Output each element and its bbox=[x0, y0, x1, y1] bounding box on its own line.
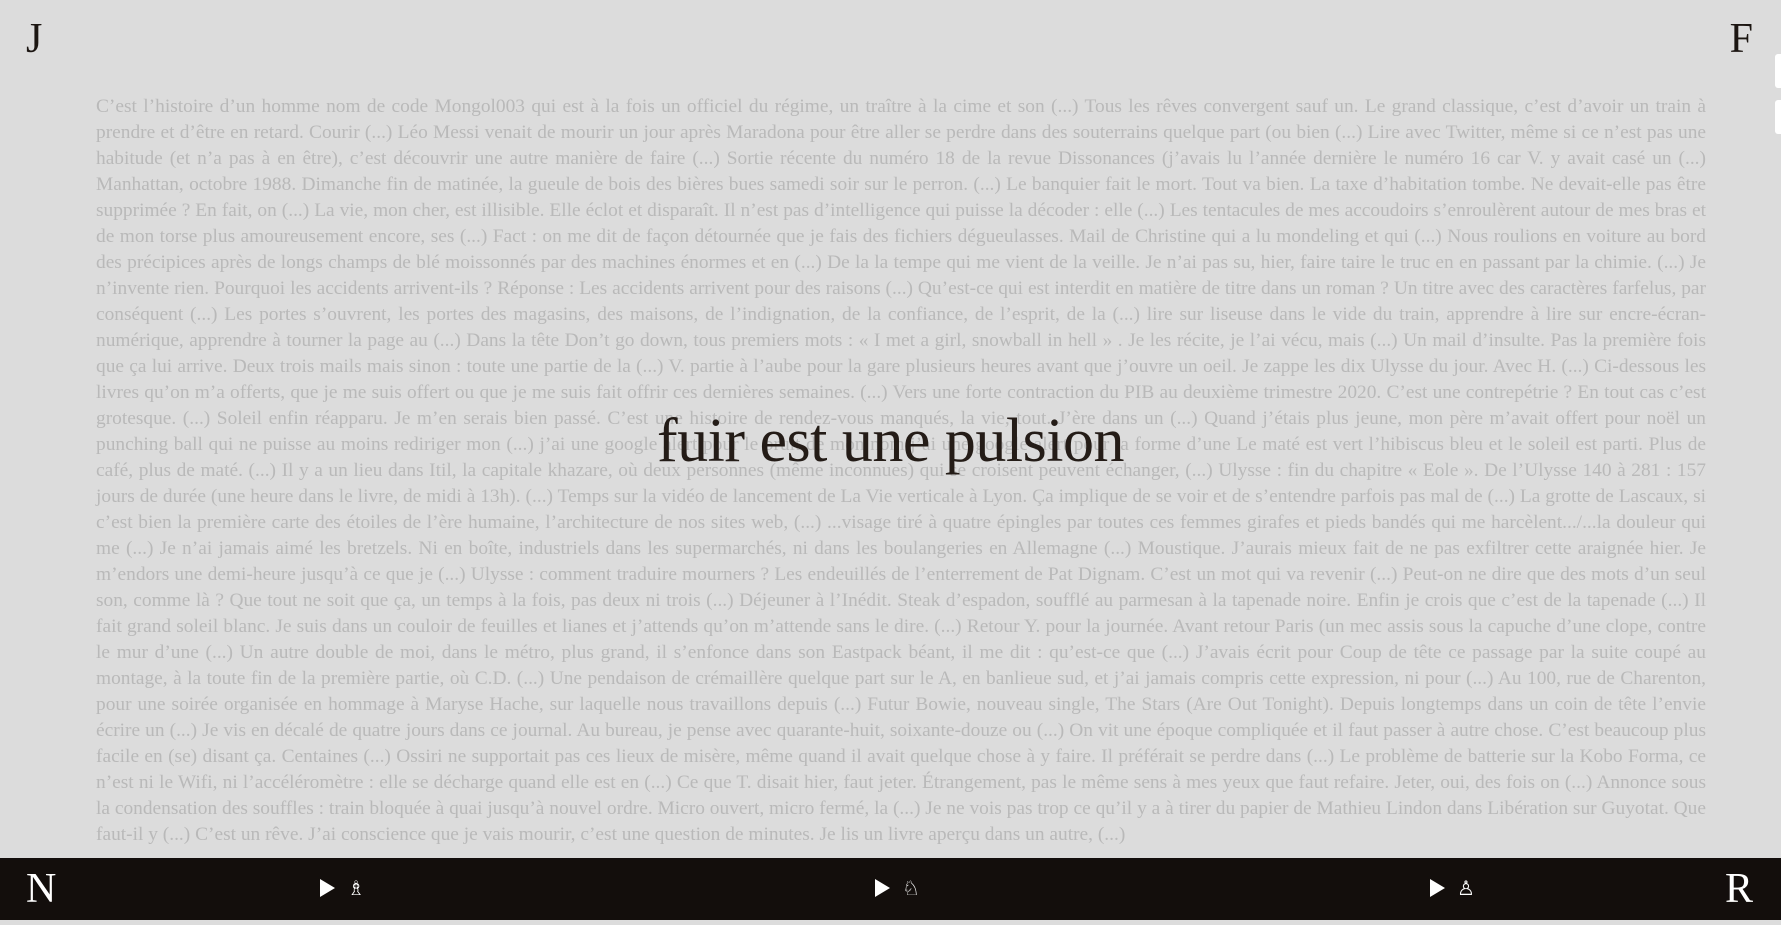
page-title: fuir est une pulsion bbox=[657, 407, 1125, 475]
play-icon bbox=[1430, 879, 1445, 897]
footer-bar: N ♗ ♘ ♙ R bbox=[0, 858, 1781, 920]
play-icon bbox=[875, 879, 890, 897]
nav-letter-r[interactable]: R bbox=[1725, 868, 1753, 910]
nav-letter-j[interactable]: J bbox=[26, 18, 42, 60]
play-button-pawn[interactable]: ♙ bbox=[1430, 878, 1475, 898]
play-icon bbox=[320, 879, 335, 897]
chess-knight-icon: ♘ bbox=[902, 876, 920, 900]
edge-tab-bottom[interactable] bbox=[1775, 100, 1781, 134]
play-button-bishop[interactable]: ♗ bbox=[320, 878, 365, 898]
nav-letter-n[interactable]: N bbox=[26, 868, 56, 910]
edge-tab-top[interactable] bbox=[1775, 54, 1781, 88]
chess-bishop-icon: ♗ bbox=[347, 876, 365, 900]
chess-pawn-icon: ♙ bbox=[1457, 876, 1475, 900]
play-button-knight[interactable]: ♘ bbox=[875, 878, 920, 898]
nav-letter-f[interactable]: F bbox=[1730, 18, 1753, 60]
